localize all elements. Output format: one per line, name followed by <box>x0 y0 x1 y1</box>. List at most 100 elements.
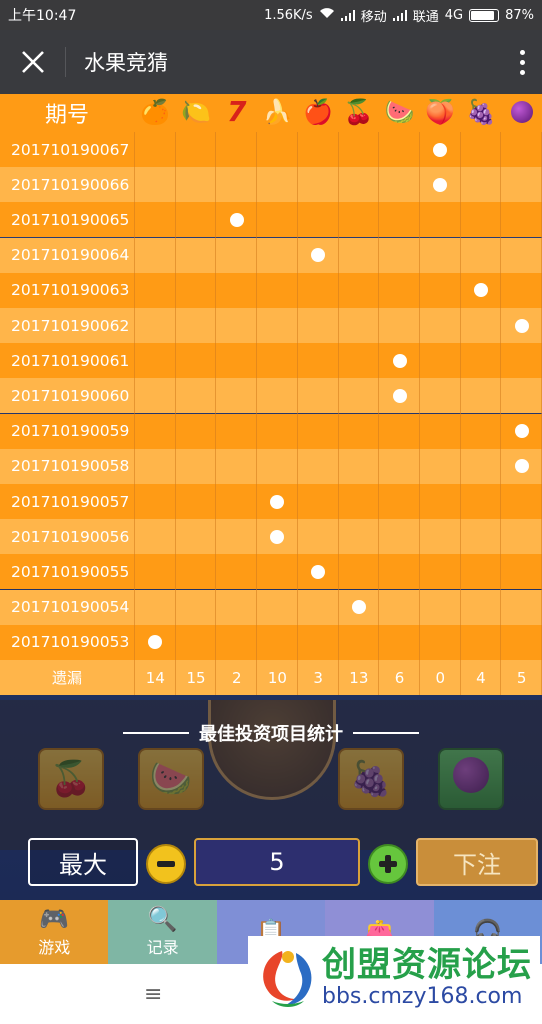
trend-row: 201710190061 <box>0 343 542 379</box>
hit-dot <box>514 318 529 333</box>
stats-title-text: 最佳投资项目统计 <box>199 724 343 745</box>
period-number: 201710190056 <box>11 527 130 546</box>
trend-row: 201710190060 <box>0 378 542 414</box>
period-number: 201710190055 <box>11 562 130 581</box>
place-bet-button[interactable]: 下注 <box>416 838 538 886</box>
network-type: 4G <box>444 7 464 23</box>
trend-row: 201710190065 <box>0 202 542 238</box>
watermelon-icon: 🍉 <box>384 98 415 126</box>
missing-count: 6 <box>394 668 405 687</box>
missing-label: 遗漏 <box>51 669 82 687</box>
missing-row: 遗漏 14 15 2 10 3 13 6 0 4 5 <box>0 660 542 695</box>
column-divider <box>459 132 461 696</box>
menu-icon[interactable]: ≡ <box>144 982 164 1007</box>
battery-icon <box>469 8 500 22</box>
period-number: 201710190064 <box>11 246 130 265</box>
hit-dot <box>229 212 244 227</box>
period-number: 201710190067 <box>11 140 130 159</box>
trend-row: 201710190058 <box>0 448 542 484</box>
column-divider <box>174 132 176 696</box>
lemon-icon: 🍋 <box>181 98 211 126</box>
missing-count: 5 <box>516 668 527 687</box>
watermark-url: bbs.cmzy168.com <box>322 984 523 1009</box>
period-number: 201710190066 <box>11 175 130 194</box>
period-number: 201710190065 <box>11 210 130 229</box>
gamepad-icon: 🎮 <box>39 905 70 933</box>
period-header: 期号 <box>44 103 89 128</box>
status-time: 上午10:47 <box>8 8 77 24</box>
trend-header: 期号 🍊 🍋 7 🍌 🍎 🍒 🍉 🍑 🍇 <box>0 94 542 132</box>
hit-dot <box>392 388 407 403</box>
bet-controls: 最大 5 下注 <box>0 836 542 892</box>
hit-dot <box>351 600 366 615</box>
hit-dot <box>311 564 326 579</box>
trend-row: 201710190053 <box>0 624 542 660</box>
hit-dot <box>514 459 529 474</box>
period-number: 201710190063 <box>11 281 130 300</box>
column-divider <box>296 132 298 696</box>
trend-row: 201710190057 <box>0 484 542 519</box>
hit-dot <box>392 353 407 368</box>
stats-title: 最佳投资项目统计 <box>0 720 542 746</box>
missing-count: 14 <box>145 668 165 687</box>
column-divider <box>215 132 217 696</box>
nav-item-gamepad[interactable]: 🎮 游戏 <box>0 900 109 964</box>
missing-count: 15 <box>186 668 206 687</box>
close-icon <box>21 51 44 73</box>
trend-row: 201710190064 <box>0 237 542 273</box>
missing-count: 0 <box>435 668 446 687</box>
cherry-icon: 🍒 <box>343 98 374 126</box>
watermark-title: 创盟资源论坛 <box>322 945 532 985</box>
decrease-button[interactable] <box>146 844 186 884</box>
grape-icon: 🍇 <box>465 98 496 126</box>
missing-count: 2 <box>231 668 242 687</box>
increase-button[interactable] <box>368 844 408 884</box>
forum-logo-icon <box>263 951 312 1007</box>
missing-count: 10 <box>267 668 287 687</box>
column-divider <box>337 132 339 696</box>
more-menu-button[interactable] <box>502 49 542 75</box>
period-number: 201710190059 <box>11 422 130 441</box>
wifi-icon <box>319 7 335 23</box>
app-root: 上午10:47 1.56K/s 移动 联通 4G 87% 水果竞猜 🍒 🍉 🍇 最佳… <box>0 0 542 1024</box>
battery-level <box>471 10 494 20</box>
period-number: 201710190061 <box>11 351 130 370</box>
close-button[interactable] <box>0 47 66 77</box>
nav-item-label: 游戏 <box>38 938 71 957</box>
trend-row: 201710190063 <box>0 272 542 308</box>
orange-icon: 🍊 <box>140 98 171 126</box>
trend-row: 201710190066 <box>0 167 542 203</box>
period-number: 201710190053 <box>11 633 130 652</box>
trend-row: 201710190059 <box>0 413 542 449</box>
trend-row: 201710190054 <box>0 589 542 625</box>
status-right: 1.56K/s 移动 联通 4G 87% <box>264 6 534 25</box>
signal-icon <box>340 9 355 21</box>
title-bar: 水果竞猜 <box>0 30 542 94</box>
period-number: 201710190058 <box>11 457 130 476</box>
hit-dot <box>473 283 488 298</box>
page-title: 水果竞猜 <box>84 51 168 75</box>
trend-row: 201710190062 <box>0 308 542 343</box>
minus-icon <box>157 861 175 867</box>
column-divider <box>418 132 420 696</box>
missing-count: 13 <box>349 668 369 687</box>
max-bet-button[interactable]: 最大 <box>28 838 138 886</box>
column-divider <box>256 132 258 696</box>
network-speed: 1.56K/s <box>264 7 313 23</box>
trend-table: 期号 🍊 🍋 7 🍌 🍎 🍒 🍉 🍑 🍇 201710190067 201710190066 201… <box>0 94 542 702</box>
hit-dot <box>514 424 529 439</box>
column-divider <box>500 132 502 696</box>
period-number: 201710190060 <box>11 386 130 405</box>
trend-row: 201710190067 <box>0 132 542 167</box>
missing-count: 3 <box>313 668 323 687</box>
nav-item-label: 记录 <box>146 938 179 957</box>
peach-icon: 🍑 <box>425 98 456 126</box>
trend-row: 201710190055 <box>0 554 542 590</box>
bet-amount-field[interactable]: 5 <box>194 838 360 886</box>
period-number: 201710190054 <box>11 598 130 617</box>
seven-icon: 7 <box>227 95 247 128</box>
nav-item-search[interactable]: 🔍 记录 <box>108 900 217 964</box>
watermark: 创盟资源论坛 bbs.cmzy168.com <box>248 936 540 1020</box>
status-bar: 上午10:47 1.56K/s 移动 联通 4G 87% <box>0 0 542 30</box>
trend-row: 201710190056 <box>0 519 542 555</box>
